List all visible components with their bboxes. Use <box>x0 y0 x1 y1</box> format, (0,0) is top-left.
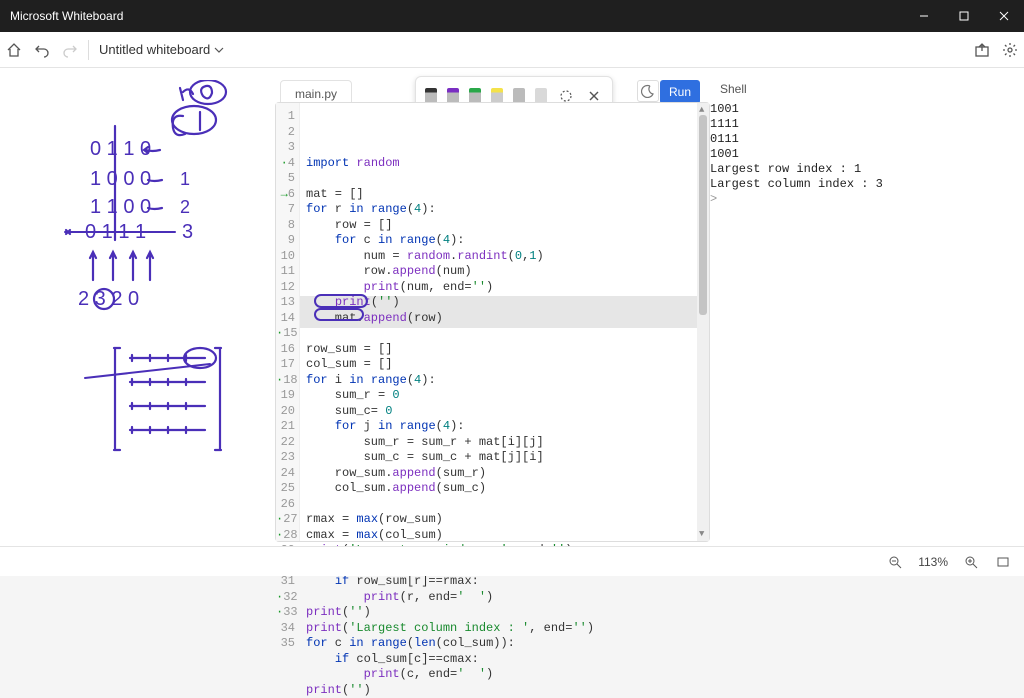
minimize-button[interactable] <box>904 0 944 32</box>
scroll-down-icon[interactable]: ▼ <box>699 529 704 539</box>
redo-icon[interactable] <box>56 42 84 58</box>
svg-text:1: 1 <box>180 169 190 189</box>
shell-output: 1001111101111001Largest row index : 1Lar… <box>710 102 910 207</box>
svg-text:1 0 0 0: 1 0 0 0 <box>90 168 151 190</box>
code-editor[interactable]: 123·45→67891011121314·151617·18192021222… <box>275 102 710 542</box>
maximize-button[interactable] <box>944 0 984 32</box>
settings-icon[interactable] <box>996 42 1024 58</box>
shell-tab[interactable]: Shell <box>720 82 747 96</box>
zoom-out-icon[interactable] <box>886 555 904 569</box>
share-icon[interactable] <box>968 42 996 58</box>
run-button[interactable]: Run <box>660 80 700 104</box>
doc-title-label: Untitled whiteboard <box>99 42 210 57</box>
scrollbar[interactable]: ▲ ▼ <box>697 103 709 541</box>
svg-text:2: 2 <box>180 197 190 217</box>
svg-text:1 1 0 0: 1 1 0 0 <box>90 196 151 218</box>
zoom-in-icon[interactable] <box>962 555 980 569</box>
ink-drawing: 0 1 1 0 1 0 0 0 1 1 1 0 0 2 0 1 1 1 3 2 … <box>60 80 270 460</box>
app-title: Microsoft Whiteboard <box>10 9 123 23</box>
doc-title[interactable]: Untitled whiteboard <box>99 42 224 57</box>
gutter: 123·45→67891011121314·151617·18192021222… <box>276 103 300 541</box>
svg-text:0 1 1 1: 0 1 1 1 <box>85 221 146 243</box>
svg-text:0 1 1 0: 0 1 1 0 <box>90 138 151 160</box>
statusbar: 113% <box>0 546 1024 576</box>
topbar: Untitled whiteboard <box>0 32 1024 68</box>
svg-text:3: 3 <box>182 221 193 243</box>
fit-screen-icon[interactable] <box>994 555 1012 569</box>
titlebar: Microsoft Whiteboard <box>0 0 1024 32</box>
close-button[interactable] <box>984 0 1024 32</box>
scroll-up-icon[interactable]: ▲ <box>699 105 704 115</box>
chevron-down-icon <box>214 45 224 55</box>
editor-tab-label: main.py <box>295 87 337 101</box>
scrollbar-thumb[interactable] <box>699 115 707 315</box>
theme-toggle[interactable] <box>637 80 659 102</box>
zoom-level: 113% <box>918 555 948 569</box>
code-area[interactable]: import random mat = []for r in range(4):… <box>300 103 697 541</box>
run-label: Run <box>669 85 691 99</box>
home-icon[interactable] <box>0 42 28 58</box>
undo-icon[interactable] <box>28 42 56 58</box>
